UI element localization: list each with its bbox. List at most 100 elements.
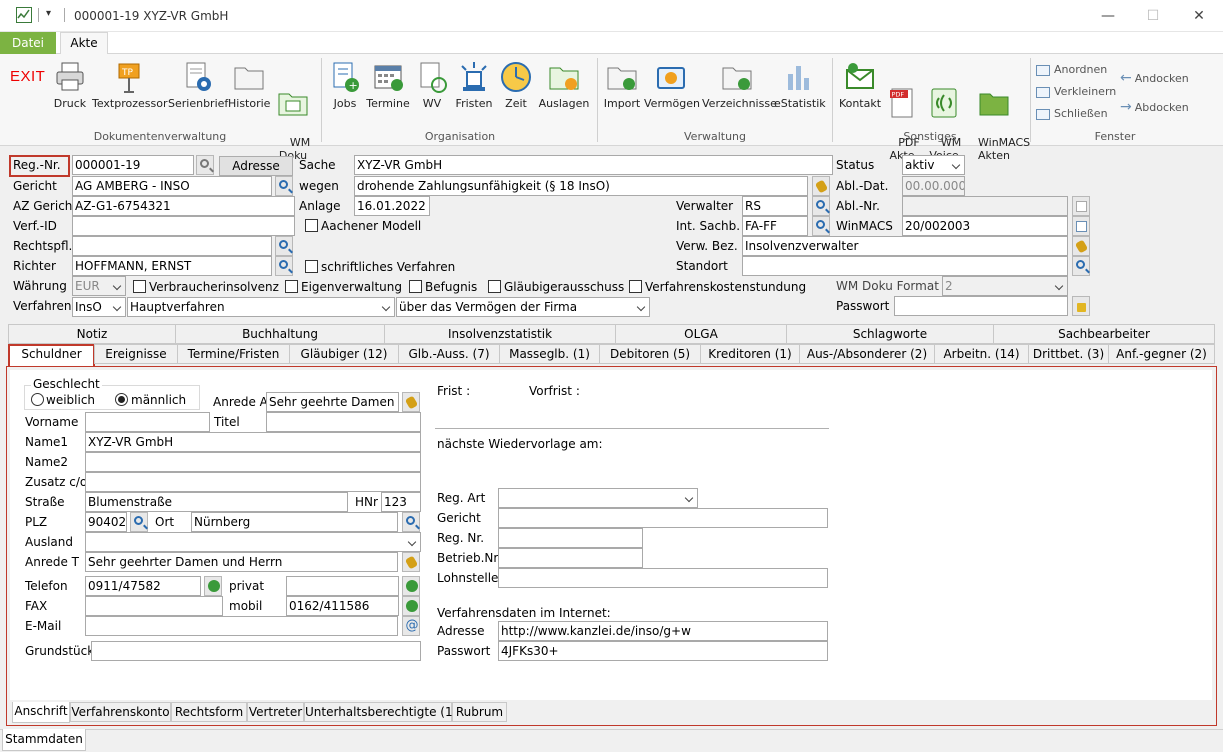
tab-unterhaltsberechtigte[interactable]: Unterhaltsberechtigte (1) <box>304 702 457 722</box>
anrede-a-lookup-button[interactable] <box>402 392 420 412</box>
reg-nr-input[interactable] <box>498 528 643 548</box>
kontakt-button[interactable]: Kontakt <box>838 60 882 110</box>
ort-search-button[interactable] <box>402 512 420 532</box>
privat-dial-button[interactable] <box>402 576 420 596</box>
hnr-input[interactable]: 123 <box>381 492 421 512</box>
verwalter-input[interactable]: RS <box>742 196 808 216</box>
reg-gericht-input[interactable] <box>498 508 828 528</box>
import-button[interactable]: Import <box>602 60 642 110</box>
privat-input[interactable] <box>286 576 399 596</box>
wegen-input[interactable]: drohende Zahlungsunfähigkeit (§ 18 InsO) <box>354 176 808 196</box>
tab-drittbet[interactable]: Drittbet. (3) <box>1028 344 1109 364</box>
gericht-search-button[interactable] <box>275 176 293 196</box>
tab-stammdaten[interactable]: Stammdaten <box>2 729 86 751</box>
close-button[interactable]: ✕ <box>1189 6 1209 26</box>
fristen-button[interactable]: Fristen <box>454 60 494 110</box>
menu-datei[interactable]: Datei <box>0 32 56 54</box>
vermoegen-select[interactable]: über das Vermögen der Firma <box>396 297 650 317</box>
anrede-t-input[interactable]: Sehr geehrter Damen und Herrn <box>85 552 398 572</box>
tab-buchhaltung[interactable]: Buchhaltung <box>175 324 385 344</box>
regnr-input[interactable]: 000001-19 <box>72 155 194 175</box>
mobil-dial-button[interactable] <box>402 596 420 616</box>
rechtspfl-input[interactable] <box>72 236 272 256</box>
standort-search-button[interactable] <box>1072 256 1090 276</box>
tab-schlagworte[interactable]: Schlagworte <box>786 324 994 344</box>
passwort-input[interactable] <box>894 296 1068 316</box>
vermoegen-button[interactable]: Vermögen <box>644 60 700 110</box>
name1-input[interactable]: XYZ-VR GmbH <box>85 432 421 452</box>
wv-button[interactable]: WV <box>414 60 450 110</box>
anordnen-button[interactable]: Anordnen <box>1036 61 1107 79</box>
titel-input[interactable] <box>266 412 421 432</box>
tab-sachbearbeiter[interactable]: Sachbearbeiter <box>993 324 1215 344</box>
rechtspfl-search-button[interactable] <box>275 236 293 256</box>
sache-input[interactable]: XYZ-VR GmbH <box>354 155 833 175</box>
grundstueck-input[interactable] <box>91 641 421 661</box>
schriftlich-checkbox[interactable] <box>305 260 318 273</box>
auslagen-button[interactable]: Auslagen <box>538 60 590 110</box>
aachener-checkbox[interactable] <box>305 219 318 232</box>
richter-search-button[interactable] <box>275 256 293 276</box>
tab-verfahrenskonto[interactable]: Verfahrenskonto <box>70 702 171 722</box>
app-icon[interactable] <box>16 7 32 23</box>
plz-input[interactable]: 90402 <box>85 512 127 532</box>
tab-debitoren[interactable]: Debitoren (5) <box>599 344 701 364</box>
tab-termine-fristen[interactable]: Termine/Fristen <box>177 344 290 364</box>
menu-akte[interactable]: Akte <box>60 32 108 55</box>
winmacs-calendar-button[interactable] <box>1072 216 1090 236</box>
vorname-input[interactable] <box>85 412 210 432</box>
estatistik-button[interactable]: eStatistik <box>774 60 826 110</box>
email-send-button[interactable]: @ <box>402 616 420 636</box>
glaeubigerausschuss-checkbox[interactable] <box>488 280 501 293</box>
verfahrensart-select[interactable]: Hauptverfahren <box>127 297 395 317</box>
verwalter-search-button[interactable] <box>812 196 830 216</box>
exit-button[interactable]: EXIT <box>10 68 45 85</box>
tab-anf-gegner[interactable]: Anf.-gegner (2) <box>1108 344 1215 364</box>
tab-glb-auss[interactable]: Glb.-Auss. (7) <box>398 344 500 364</box>
tab-ereignisse[interactable]: Ereignisse <box>94 344 178 364</box>
tab-rubrum[interactable]: Rubrum <box>452 702 507 722</box>
anrede-t-lookup-button[interactable] <box>402 552 420 572</box>
mobil-input[interactable]: 0162/411586 <box>286 596 399 616</box>
email-input[interactable] <box>85 616 398 636</box>
reg-art-select[interactable] <box>498 488 698 508</box>
int-sachb-input[interactable]: FA-FF <box>742 216 808 236</box>
verkleinern-button[interactable]: Verkleinern <box>1036 83 1116 101</box>
tab-rechtsform[interactable]: Rechtsform <box>171 702 247 722</box>
standort-input[interactable] <box>742 256 1068 276</box>
verzeichnisse-button[interactable]: Verzeichnisse <box>702 60 777 110</box>
tab-glaeubiger[interactable]: Gläubiger (12) <box>289 344 399 364</box>
ort-input[interactable]: Nürnberg <box>191 512 398 532</box>
winmacs-input[interactable]: 20/002003 <box>902 216 1068 236</box>
regnr-search-button[interactable] <box>196 155 214 175</box>
schliessen-button[interactable]: Schließen <box>1036 105 1108 123</box>
tab-notiz[interactable]: Notiz <box>8 324 176 344</box>
verfahren-select[interactable]: InsO <box>72 297 126 317</box>
tab-aus-absonderer[interactable]: Aus-/Absonderer (2) <box>799 344 935 364</box>
internet-adresse-input[interactable]: http://www.kanzlei.de/inso/g+w <box>498 621 828 641</box>
abdocken-button[interactable]: → Abdocken <box>1120 98 1189 116</box>
fax-input[interactable] <box>85 596 223 616</box>
tab-insolvenzstatistik[interactable]: Insolvenzstatistik <box>384 324 616 344</box>
weiblich-radio[interactable] <box>31 393 44 406</box>
andocken-button[interactable]: ← Andocken <box>1120 69 1189 87</box>
plz-search-button[interactable] <box>130 512 148 532</box>
tab-masseglb[interactable]: Masseglb. (1) <box>499 344 600 364</box>
telefon-input[interactable]: 0911/47582 <box>85 576 201 596</box>
tab-arbeitn[interactable]: Arbeitn. (14) <box>934 344 1029 364</box>
tab-kreditoren[interactable]: Kreditoren (1) <box>700 344 800 364</box>
az-gericht-input[interactable]: AZ-G1-6754321 <box>72 196 295 216</box>
quick-access-dropdown-icon[interactable]: ▾ <box>46 8 51 19</box>
maximize-button[interactable]: ☐ <box>1143 6 1163 26</box>
betrieb-nr-input[interactable] <box>498 548 643 568</box>
druck-button[interactable]: Druck <box>52 60 88 110</box>
name2-input[interactable] <box>85 452 421 472</box>
textprozessor-button[interactable]: TP Textprozessor <box>92 60 168 110</box>
adresse-button[interactable]: Adresse <box>219 156 293 176</box>
jobs-button[interactable]: + Jobs <box>328 60 362 110</box>
verf-id-input[interactable] <box>72 216 295 236</box>
kostenstundung-checkbox[interactable] <box>629 280 642 293</box>
passwort-lock-button[interactable] <box>1072 296 1090 316</box>
tab-anschrift[interactable]: Anschrift <box>12 702 70 723</box>
verw-bez-lookup-button[interactable] <box>1072 236 1090 256</box>
